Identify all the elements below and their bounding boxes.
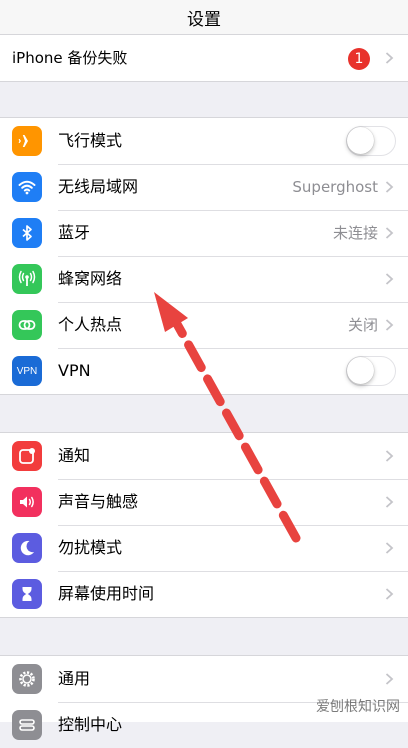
screen-time-row[interactable]: 屏幕使用时间	[0, 571, 408, 617]
moon-icon	[12, 533, 42, 563]
chevron-right-icon	[385, 496, 394, 508]
sounds-haptics-row[interactable]: 声音与触感	[0, 479, 408, 525]
screen-time-label: 屏幕使用时间	[58, 584, 155, 603]
airplane-mode-label: 飞行模式	[58, 131, 123, 150]
airplane-mode-toggle[interactable]	[346, 126, 396, 156]
airplane-mode-row[interactable]: 飞行模式	[0, 118, 408, 164]
chevron-right-icon	[385, 181, 394, 193]
chevron-right-icon	[385, 319, 394, 331]
page-title: 设置	[187, 10, 221, 30]
gear-icon	[12, 664, 42, 694]
wifi-label: 无线局域网	[58, 177, 139, 196]
cellular-row[interactable]: 蜂窝网络	[0, 256, 408, 302]
notification-badge: 1	[348, 48, 370, 70]
personal-hotspot-label: 个人热点	[58, 315, 123, 334]
hotspot-icon	[12, 310, 42, 340]
bluetooth-status: 未连接	[332, 224, 378, 242]
notifications-settings-group: 通知 声音与触感 勿扰模式 屏幕使用时间	[0, 432, 408, 618]
wifi-row[interactable]: 无线局域网 Superghost	[0, 164, 408, 210]
backup-failed-label: iPhone 备份失败	[12, 49, 128, 67]
bluetooth-row[interactable]: 蓝牙 未连接	[0, 210, 408, 256]
watermark-text: 爱刨根知识网	[316, 699, 400, 715]
chevron-right-icon	[385, 588, 394, 600]
general-label: 通用	[58, 669, 91, 688]
notifications-row[interactable]: 通知	[0, 433, 408, 479]
vpn-row[interactable]: VPN VPN	[0, 348, 408, 394]
chevron-right-icon	[385, 450, 394, 462]
network-settings-group: 飞行模式 无线局域网 Superghost 蓝牙 未连接 蜂窝网络 个人热点 关…	[0, 117, 408, 395]
chevron-right-icon	[385, 52, 394, 64]
control-center-label: 控制中心	[58, 715, 123, 734]
chevron-right-icon	[385, 227, 394, 239]
personal-hotspot-status: 关闭	[347, 316, 378, 334]
bluetooth-label: 蓝牙	[58, 223, 91, 242]
cellular-antenna-icon	[12, 264, 42, 294]
notifications-icon	[12, 441, 42, 471]
vpn-icon: VPN	[12, 356, 42, 386]
vpn-toggle[interactable]	[346, 356, 396, 386]
vpn-icon-text: VPN	[16, 365, 38, 377]
sounds-haptics-label: 声音与触感	[58, 492, 139, 511]
wifi-icon	[12, 172, 42, 202]
control-center-icon	[12, 710, 42, 740]
wifi-network-name: Superghost	[292, 178, 378, 196]
chevron-right-icon	[385, 273, 394, 285]
backup-group: iPhone 备份失败 1	[0, 34, 408, 82]
airplane-icon	[12, 126, 42, 156]
do-not-disturb-label: 勿扰模式	[58, 538, 123, 557]
bluetooth-icon	[12, 218, 42, 248]
navigation-bar: 设置	[0, 0, 408, 34]
chevron-right-icon	[385, 673, 394, 685]
backup-failed-row[interactable]: iPhone 备份失败 1	[0, 35, 408, 81]
personal-hotspot-row[interactable]: 个人热点 关闭	[0, 302, 408, 348]
notifications-label: 通知	[58, 446, 91, 465]
hourglass-icon	[12, 579, 42, 609]
vpn-label: VPN	[58, 361, 91, 380]
speaker-icon	[12, 487, 42, 517]
do-not-disturb-row[interactable]: 勿扰模式	[0, 525, 408, 571]
chevron-right-icon	[385, 542, 394, 554]
cellular-label: 蜂窝网络	[58, 269, 123, 288]
